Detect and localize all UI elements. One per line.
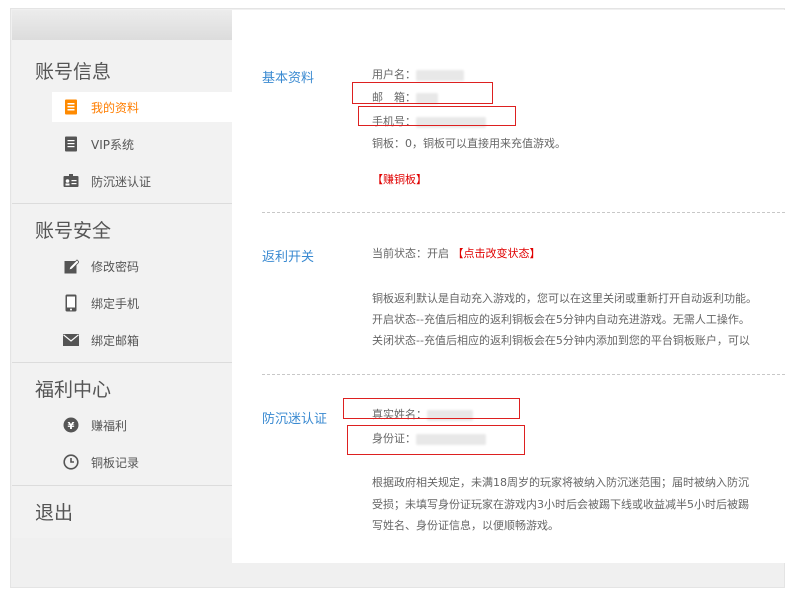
sidebar-item-coin-records[interactable]: 铜板记录	[52, 447, 232, 477]
rebate-desc-line-1: 铜板返利默认是自动充入游戏的，您可以在这里关闭或重新打开自动返利功能。	[372, 292, 757, 305]
group-title-welfare-center: 福利中心	[35, 379, 112, 401]
sidebar-item-label: 铜板记录	[91, 455, 140, 470]
anti-addiction-desc-line-1: 根据政府相关规定，未满18周岁的玩家将被纳入防沉迷范围；届时被纳入防沉	[372, 476, 749, 489]
sidebar-item-change-password[interactable]: 修改密码	[52, 251, 232, 281]
earn-coins-link[interactable]: 【赚铜板】	[372, 171, 427, 187]
sidebar-item-label: 绑定手机	[91, 296, 140, 311]
logout-link[interactable]: 退出	[35, 498, 73, 525]
highlight-box-realname	[343, 398, 520, 419]
edit-icon	[63, 258, 79, 274]
svg-text:¥: ¥	[68, 421, 75, 432]
highlight-box-idcard	[347, 425, 525, 455]
sidebar-item-label: 赚福利	[91, 418, 128, 433]
group-title-account-security: 账号安全	[35, 220, 112, 242]
id-card-icon	[63, 173, 79, 189]
anti-addiction-desc-line-3: 写姓名、身份证信息，以便顺畅游戏。	[372, 519, 559, 532]
sidebar-item-anti-addiction[interactable]: 防沉迷认证	[52, 166, 232, 196]
anti-addiction-desc-line-2: 受损；未填写身份证玩家在游戏内3小时后会被踢下线或收益减半5小时后被踢	[372, 498, 749, 511]
change-status-link[interactable]: 【点击改变状态】	[453, 247, 541, 260]
sidebar-item-bind-phone[interactable]: 绑定手机	[52, 288, 232, 318]
yen-icon: ¥	[63, 417, 79, 433]
sidebar-header-bar	[12, 10, 232, 40]
document-icon	[63, 99, 79, 115]
rebate-status-text: 当前状态：开启	[372, 247, 449, 260]
sidebar-item-label: 绑定邮箱	[91, 333, 140, 348]
sidebar-item-my-profile[interactable]: 我的资料	[52, 92, 232, 122]
rebate-desc-line-2: 开启状态--充值后相应的返利铜板会在5分钟内自动充进游戏。无需人工操作。	[372, 313, 750, 326]
sidebar-divider	[12, 203, 232, 204]
clock-icon	[63, 454, 79, 470]
sidebar-item-earn-welfare[interactable]: ¥ 赚福利	[52, 410, 232, 440]
username-value-redacted	[416, 69, 464, 81]
sidebar-item-label: 防沉迷认证	[91, 174, 152, 189]
sidebar-item-bind-email[interactable]: 绑定邮箱	[52, 325, 232, 355]
section-title-rebate-switch: 返利开关	[262, 250, 315, 265]
sidebar-divider	[12, 362, 232, 363]
group-title-account-info: 账号信息	[35, 61, 112, 83]
section-title-basic-info: 基本资料	[262, 71, 315, 86]
highlight-box-phone	[358, 106, 516, 126]
sidebar-item-label: 修改密码	[91, 259, 140, 274]
highlight-box-email	[352, 82, 493, 104]
rebate-desc-line-3: 关闭状态--充值后相应的返利铜板会在5分钟内添加到您的平台铜板账户，可以	[372, 334, 750, 347]
section-divider	[262, 212, 785, 213]
coins-text: 铜板：0，铜板可以直接用来充值游戏。	[372, 137, 566, 150]
username-row: 用户名：	[372, 66, 464, 82]
sidebar-item-label: 我的资料	[91, 100, 140, 115]
mail-icon	[63, 332, 79, 348]
phone-icon	[63, 294, 79, 312]
sidebar-item-label: VIP系统	[91, 137, 134, 152]
section-title-anti-addiction: 防沉迷认证	[262, 412, 328, 427]
list-icon	[63, 136, 79, 152]
section-divider	[262, 374, 785, 375]
username-label: 用户名：	[372, 68, 416, 81]
rebate-status-row: 当前状态：开启 【点击改变状态】	[372, 245, 541, 261]
sidebar-divider	[12, 485, 232, 486]
sidebar-item-vip[interactable]: VIP系统	[52, 129, 232, 159]
